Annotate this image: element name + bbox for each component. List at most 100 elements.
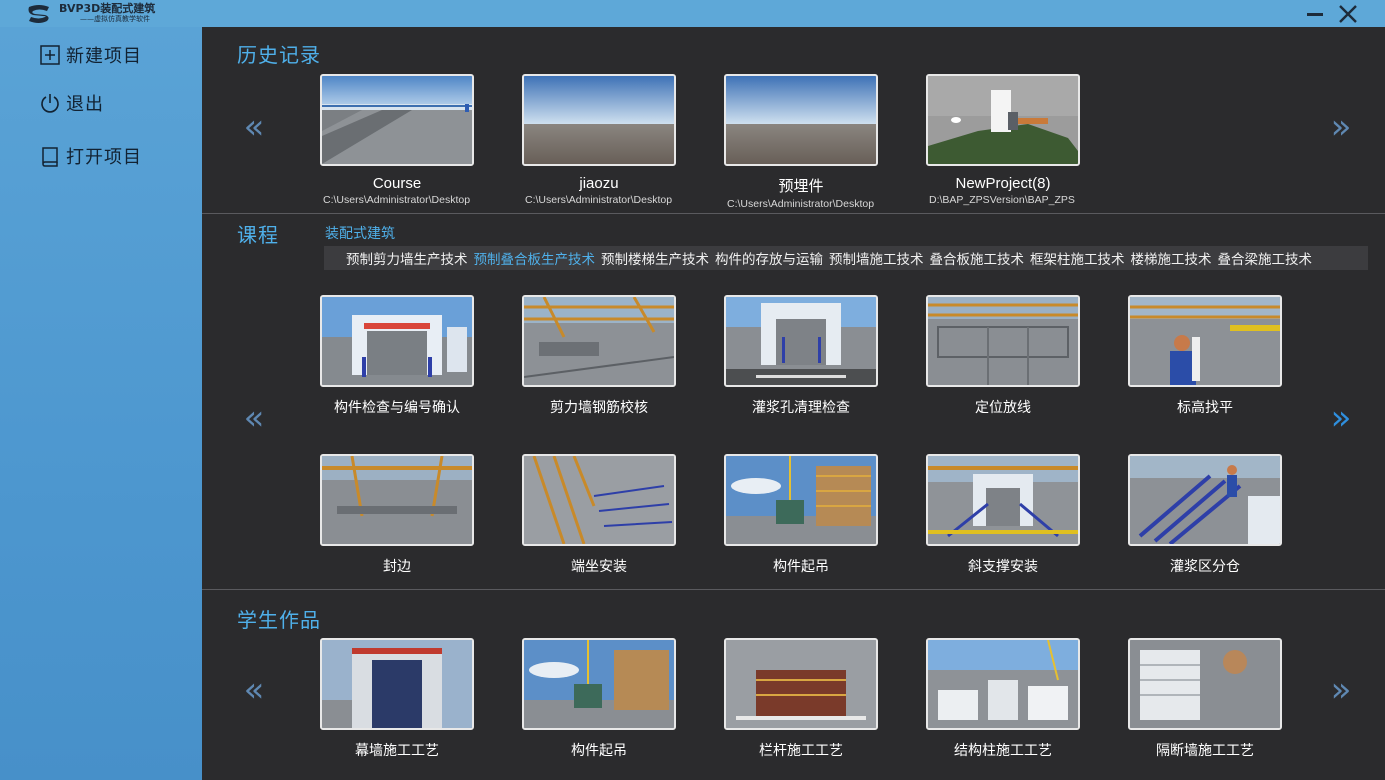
course-thumbnail bbox=[926, 454, 1080, 546]
history-name: NewProject(8) bbox=[955, 175, 1051, 192]
course-card[interactable]: 灌浆区分仓 bbox=[1128, 454, 1282, 576]
history-prev-button[interactable]: « bbox=[239, 107, 269, 147]
course-card[interactable]: 斜支撑安装 bbox=[926, 454, 1080, 576]
course-name: 构件起吊 bbox=[773, 559, 829, 575]
work-card[interactable]: 隔断墙施工工艺 bbox=[1128, 638, 1282, 760]
work-card[interactable]: 构件起吊 bbox=[522, 638, 676, 760]
course-card[interactable]: 端坐安装 bbox=[522, 454, 676, 576]
course-thumbnail bbox=[1128, 295, 1282, 387]
app-subtitle: ——虚拟仿真教学软件 bbox=[80, 15, 150, 23]
tab-course-0[interactable]: 预制剪力墙生产技术 bbox=[346, 248, 468, 268]
work-card[interactable]: 栏杆施工工艺 bbox=[724, 638, 878, 760]
course-category-link[interactable]: 装配式建筑 bbox=[325, 223, 395, 243]
history-thumbnail bbox=[926, 74, 1080, 166]
work-card[interactable]: 幕墙施工工艺 bbox=[320, 638, 474, 760]
book-icon bbox=[38, 144, 62, 168]
works-next-button[interactable]: » bbox=[1326, 670, 1356, 710]
history-path: C:\Users\Administrator\Desktop bbox=[525, 194, 672, 206]
work-thumbnail bbox=[522, 638, 676, 730]
course-thumbnail bbox=[724, 454, 878, 546]
course-card[interactable]: 标高找平 bbox=[1128, 295, 1282, 417]
course-name: 剪力墙钢筋校核 bbox=[550, 400, 648, 416]
course-card[interactable]: 构件检查与编号确认 bbox=[320, 295, 474, 417]
history-name: 预埋件 bbox=[778, 178, 824, 195]
work-card[interactable]: 结构柱施工工艺 bbox=[926, 638, 1080, 760]
divider bbox=[202, 589, 1385, 590]
course-thumbnail bbox=[724, 295, 878, 387]
sidebar-item-new-project[interactable]: 新建项目 bbox=[38, 40, 142, 70]
work-name: 构件起吊 bbox=[571, 743, 627, 759]
course-tab-bar: 预制剪力墙生产技术 预制叠合板生产技术 预制楼梯生产技术 构件的存放与运输 预制… bbox=[324, 246, 1368, 270]
work-thumbnail bbox=[926, 638, 1080, 730]
tab-course-2[interactable]: 预制楼梯生产技术 bbox=[601, 248, 709, 268]
sidebar-item-label: 打开项目 bbox=[66, 147, 142, 168]
course-name: 斜支撑安装 bbox=[968, 559, 1038, 575]
tab-course-7[interactable]: 楼梯施工技术 bbox=[1131, 248, 1212, 268]
tab-course-3[interactable]: 构件的存放与运输 bbox=[715, 248, 823, 268]
course-name: 封边 bbox=[383, 559, 411, 575]
work-name: 栏杆施工工艺 bbox=[759, 743, 843, 759]
course-thumbnail bbox=[1128, 454, 1282, 546]
course-card[interactable]: 封边 bbox=[320, 454, 474, 576]
history-title: 历史记录 bbox=[237, 43, 321, 67]
course-name: 构件检查与编号确认 bbox=[334, 400, 460, 416]
tab-course-1[interactable]: 预制叠合板生产技术 bbox=[474, 248, 596, 268]
tab-course-5[interactable]: 叠合板施工技术 bbox=[930, 248, 1025, 268]
history-name: Course bbox=[372, 175, 422, 192]
course-thumbnail bbox=[320, 454, 474, 546]
history-name: jiaozu bbox=[579, 175, 619, 192]
tab-course-4[interactable]: 预制墙施工技术 bbox=[829, 248, 924, 268]
work-thumbnail bbox=[724, 638, 878, 730]
sidebar-item-open-project[interactable]: 打开项目 bbox=[38, 141, 142, 171]
course-card[interactable]: 剪力墙钢筋校核 bbox=[522, 295, 676, 417]
course-name: 定位放线 bbox=[975, 400, 1031, 416]
course-card[interactable]: 灌浆孔清理检查 bbox=[724, 295, 878, 417]
course-card[interactable]: 构件起吊 bbox=[724, 454, 878, 576]
history-path: C:\Users\Administrator\Desktop bbox=[727, 198, 874, 210]
work-name: 隔断墙施工工艺 bbox=[1156, 743, 1254, 759]
close-button[interactable] bbox=[1336, 2, 1360, 26]
course-thumbnail bbox=[522, 454, 676, 546]
course-thumbnail bbox=[320, 295, 474, 387]
history-path: D:\BAP_ZPSVersion\BAP_ZPS bbox=[929, 194, 1075, 206]
tab-course-6[interactable]: 框架柱施工技术 bbox=[1030, 248, 1125, 268]
close-icon bbox=[1339, 5, 1357, 23]
title-bar: BVP3D装配式建筑 ——虚拟仿真教学软件 bbox=[0, 0, 1385, 27]
course-name: 标高找平 bbox=[1177, 400, 1233, 416]
courses-prev-button[interactable]: « bbox=[239, 398, 269, 438]
work-thumbnail bbox=[320, 638, 474, 730]
history-card-jiaozu[interactable]: jiaozu C:\Users\Administrator\Desktop bbox=[522, 74, 676, 206]
history-thumbnail bbox=[724, 74, 878, 166]
work-name: 幕墙施工工艺 bbox=[355, 743, 439, 759]
sidebar-item-exit[interactable]: 退出 bbox=[38, 88, 104, 118]
history-card-newproject[interactable]: NewProject(8) D:\BAP_ZPSVersion\BAP_ZPS bbox=[926, 74, 1080, 206]
main-panel: 历史记录 « » Course C:\Users\Administrator\D… bbox=[202, 27, 1385, 780]
course-card[interactable]: 定位放线 bbox=[926, 295, 1080, 417]
sidebar: 新建项目 退出 打开项目 bbox=[0, 27, 202, 780]
sidebar-item-label: 新建项目 bbox=[66, 46, 142, 67]
courses-title: 课程 bbox=[237, 223, 279, 247]
course-name: 灌浆孔清理检查 bbox=[752, 400, 850, 416]
works-prev-button[interactable]: « bbox=[239, 670, 269, 710]
history-card-embedded-parts[interactable]: 预埋件 C:\Users\Administrator\Desktop bbox=[724, 74, 878, 210]
tab-course-8[interactable]: 叠合梁施工技术 bbox=[1218, 248, 1313, 268]
app-logo-icon bbox=[28, 5, 49, 23]
minimize-button[interactable] bbox=[1303, 2, 1327, 26]
history-thumbnail bbox=[522, 74, 676, 166]
history-card-course[interactable]: Course C:\Users\Administrator\Desktop bbox=[320, 74, 474, 206]
course-name: 灌浆区分仓 bbox=[1170, 559, 1240, 575]
courses-next-button[interactable]: » bbox=[1326, 398, 1356, 438]
course-thumbnail bbox=[926, 295, 1080, 387]
power-icon bbox=[38, 91, 62, 115]
history-path: C:\Users\Administrator\Desktop bbox=[323, 194, 470, 206]
work-name: 结构柱施工工艺 bbox=[954, 743, 1052, 759]
plus-square-icon bbox=[38, 43, 62, 67]
course-name: 端坐安装 bbox=[571, 559, 627, 575]
work-thumbnail bbox=[1128, 638, 1282, 730]
course-thumbnail bbox=[522, 295, 676, 387]
sidebar-item-label: 退出 bbox=[66, 94, 104, 115]
minimize-icon bbox=[1307, 13, 1323, 16]
app-title: BVP3D装配式建筑 bbox=[59, 2, 156, 15]
history-thumbnail bbox=[320, 74, 474, 166]
history-next-button[interactable]: » bbox=[1326, 107, 1356, 147]
